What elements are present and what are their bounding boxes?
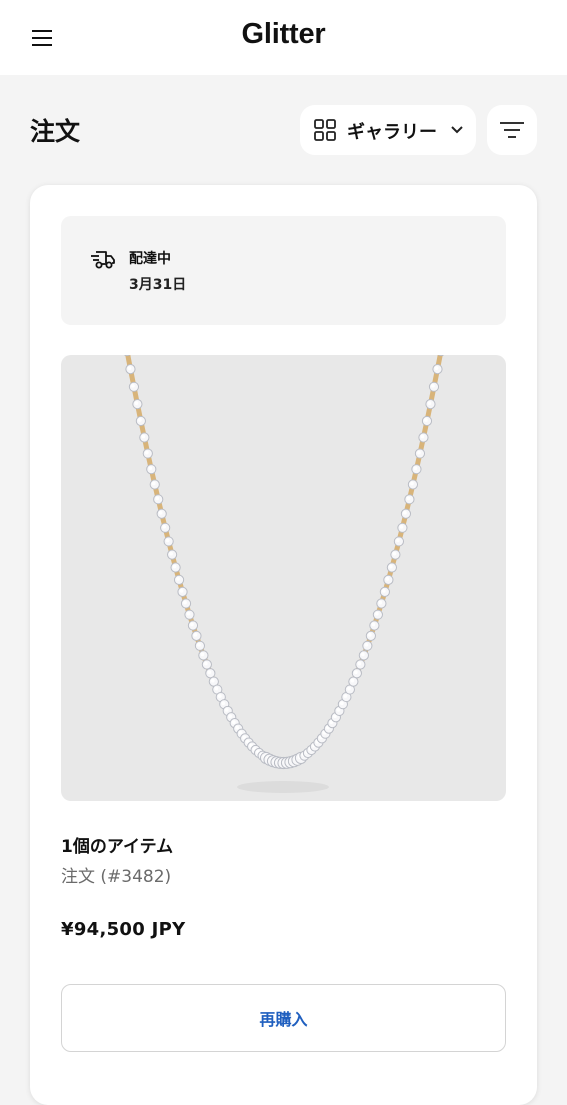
rebuy-button[interactable]: 再購入 [61, 984, 506, 1052]
brand-logo[interactable]: Glitter [0, 18, 567, 51]
item-count: 1個のアイテム [61, 837, 174, 857]
order-price: ¥94,500 JPY [61, 919, 186, 940]
filter-button[interactable] [487, 105, 537, 155]
chevron-down-icon [451, 126, 463, 134]
delivery-date: 3月31日 [129, 277, 187, 293]
view-toggle-label: ギャラリー [347, 122, 437, 143]
delivery-truck-icon [91, 251, 115, 269]
filter-icon [500, 122, 524, 138]
view-toggle-button[interactable]: ギャラリー [300, 105, 476, 155]
necklace-illustration [123, 355, 445, 793]
delivery-status: 配達中 3月31日 [61, 216, 506, 325]
page-title: 注文 [30, 117, 81, 146]
app-header: Glitter [0, 0, 567, 75]
order-number: 注文 (#3482) [61, 867, 172, 887]
delivery-status-label: 配達中 [129, 251, 171, 267]
product-image[interactable] [61, 355, 506, 801]
order-card[interactable]: 配達中 3月31日 1個のアイテム 注文 (#3482) ¥94,500 JPY… [30, 185, 537, 1105]
grid-icon [314, 119, 336, 141]
